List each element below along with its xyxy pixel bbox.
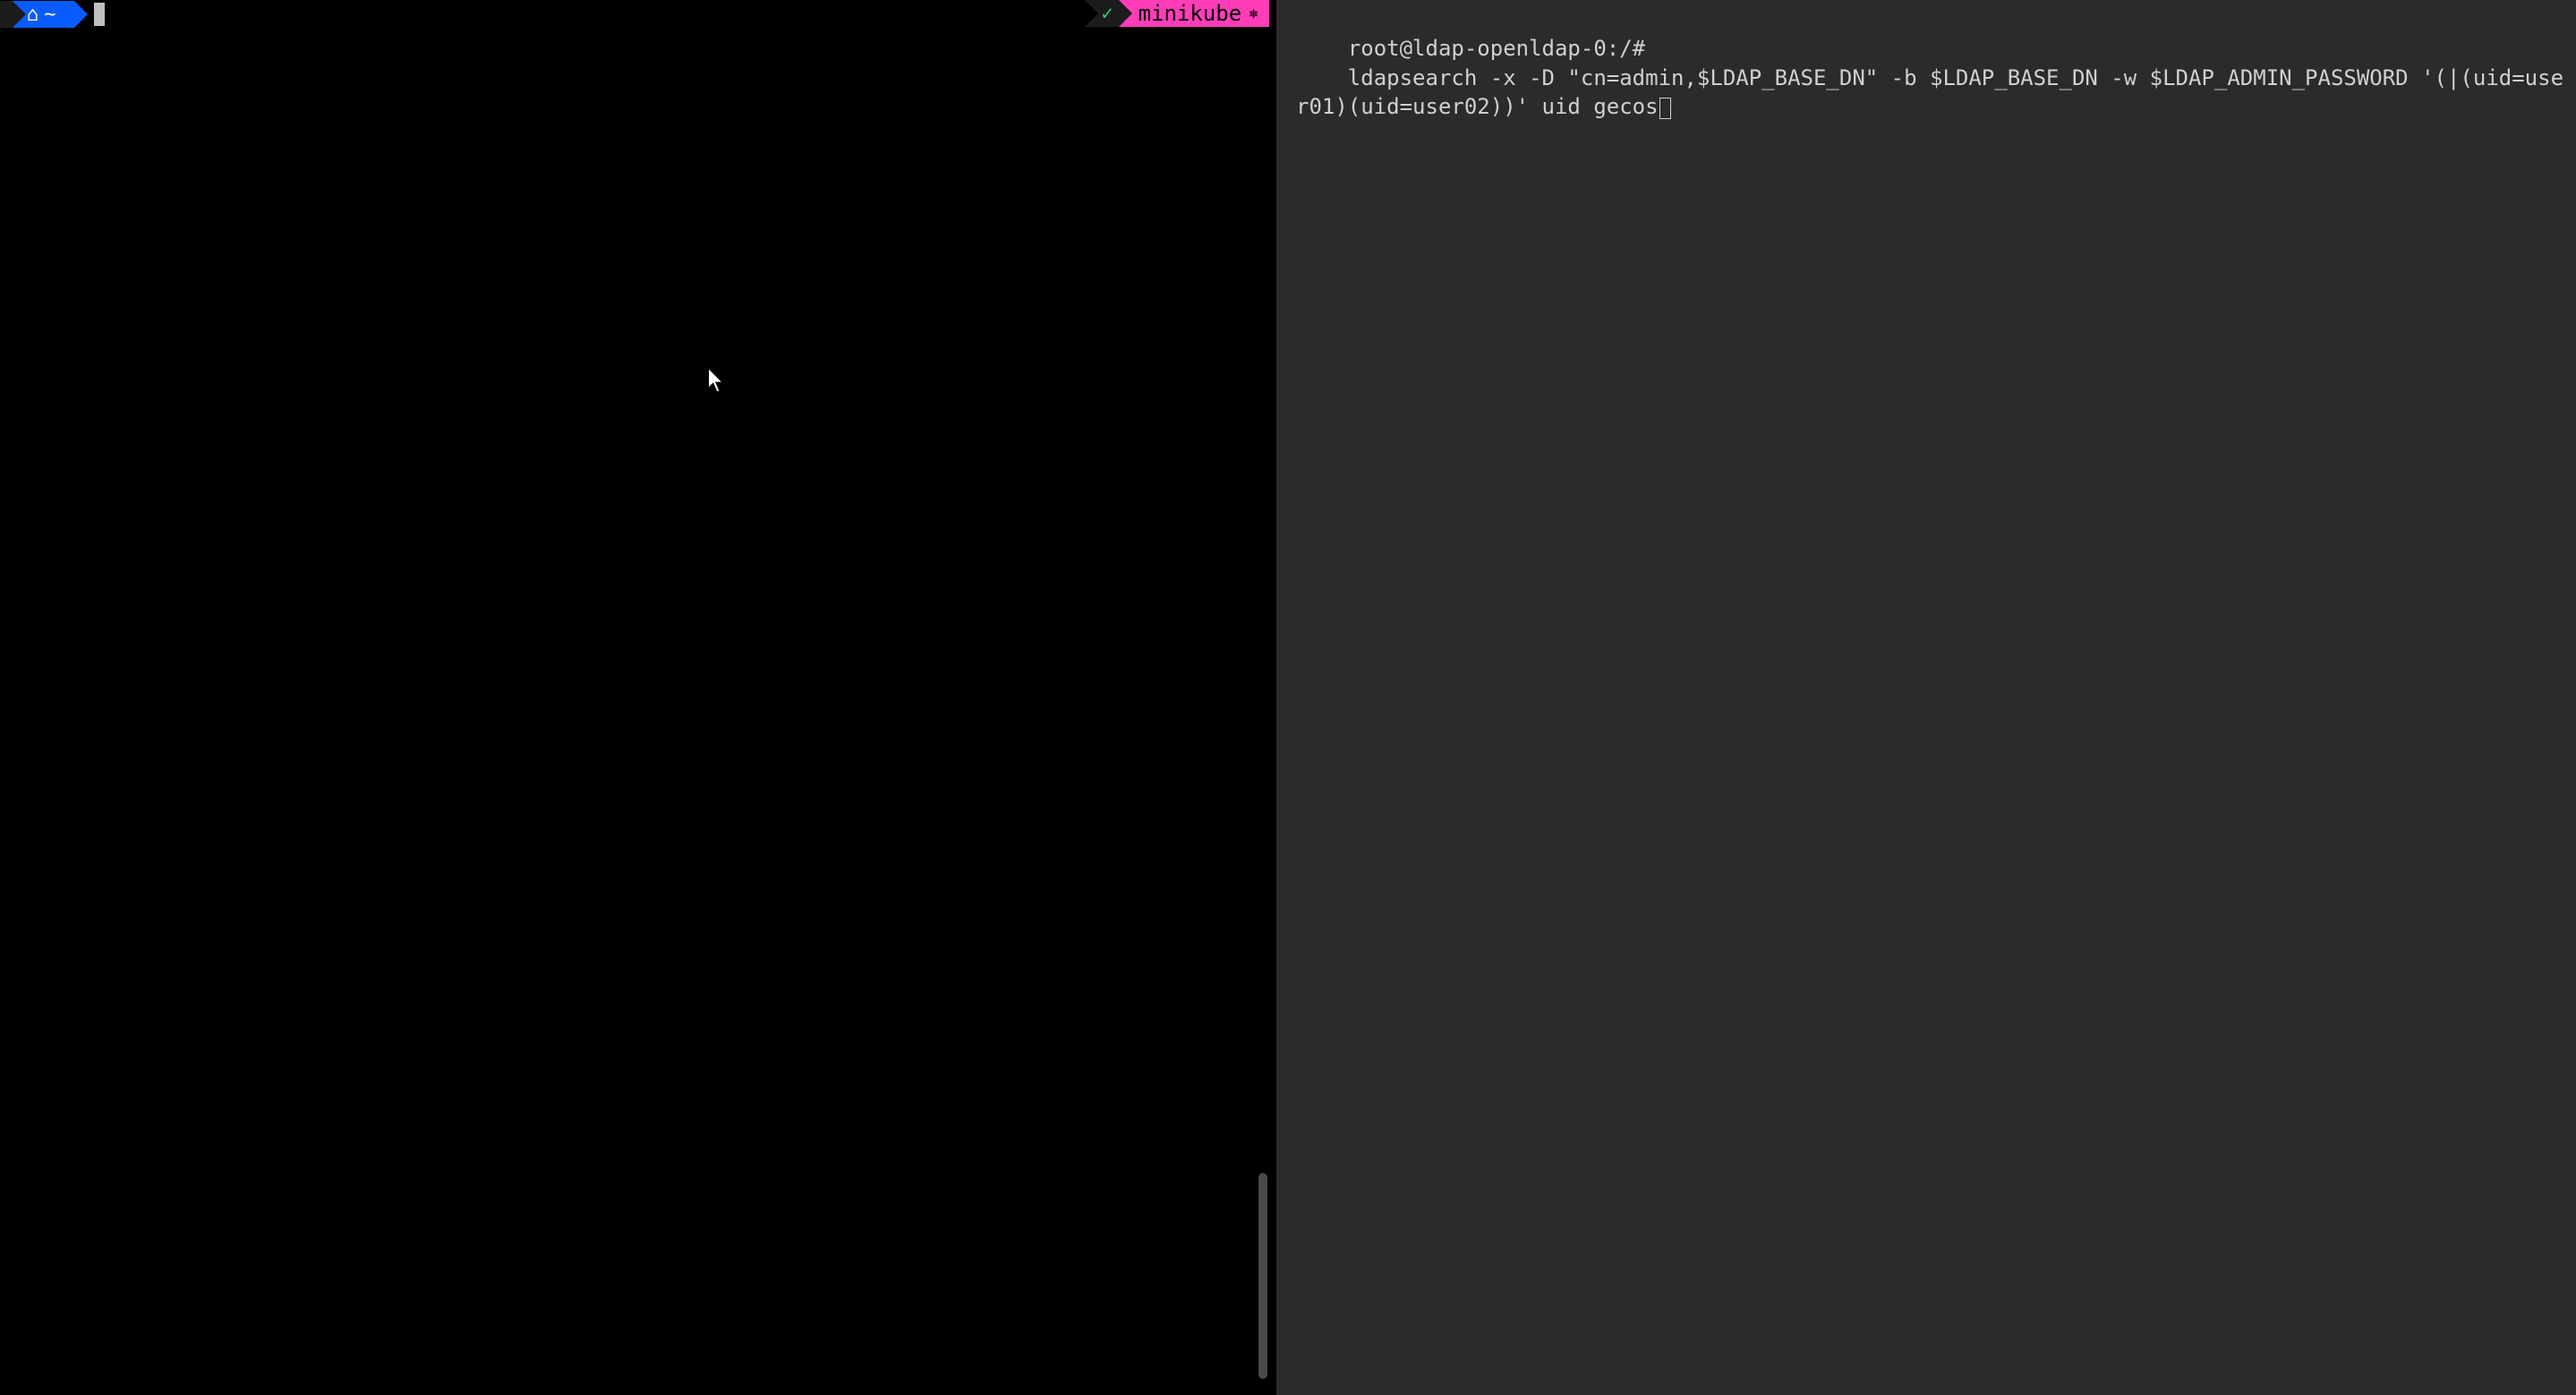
split-container: ⌂ ~ ✓ minikube ⎈ root@l — [0, 0, 2576, 1395]
kube-context-segment: minikube ⎈ — [1119, 0, 1269, 27]
kube-context-label: minikube — [1139, 1, 1242, 26]
home-icon: ⌂ — [27, 4, 38, 26]
status-check-segment: ✓ — [1085, 0, 1118, 27]
shell-prompt-prefix: root@ldap-openldap-0:/# — [1348, 36, 1645, 61]
pane-divider[interactable] — [1269, 0, 1287, 1395]
path-tilde: ~ — [44, 4, 55, 26]
scrollbar-thumb[interactable] — [1258, 1173, 1267, 1379]
mouse-cursor-icon — [707, 367, 727, 394]
prompt-segment-os — [0, 1, 13, 28]
terminal-pane-left[interactable]: ⌂ ~ ✓ minikube ⎈ — [0, 0, 1269, 1395]
shell-command-text: ldapsearch -x -D "cn=admin,$LDAP_BASE_DN… — [1296, 65, 2563, 119]
kube-icon: ⎈ — [1249, 4, 1258, 23]
status-bar: ✓ minikube ⎈ — [1085, 0, 1269, 27]
terminal-pane-right[interactable]: root@ldap-openldap-0:/# ldapsearch -x -D… — [1287, 0, 2576, 1395]
text-cursor-outline[interactable] — [1659, 98, 1671, 119]
check-icon: ✓ — [1101, 3, 1113, 25]
prompt-bar: ⌂ ~ ✓ minikube ⎈ — [0, 0, 1269, 29]
text-cursor[interactable] — [94, 3, 105, 26]
